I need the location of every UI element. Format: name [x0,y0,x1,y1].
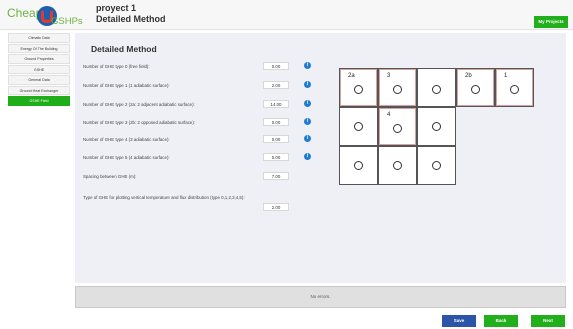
info-icon[interactable]: i [304,118,311,125]
ghe-type-4-input[interactable] [263,135,289,143]
grid-cell [417,68,456,107]
ghe-circle [393,161,402,170]
info-icon[interactable]: i [304,153,311,160]
ghe-type-2-input[interactable] [263,100,289,108]
ghe-type-2-label: Number of GHE type 2 (2a: 2 adjacent adi… [83,102,195,107]
project-name: proyect 1 [96,3,137,13]
ghe-type-1-input[interactable] [263,81,289,89]
info-icon[interactable]: i [304,62,311,69]
logo-text-gshps: GSHPs [51,16,83,27]
sidebar-item-general-data[interactable]: General Data [8,75,70,85]
ghe-circle [393,124,402,133]
grid-cell: 3 [378,68,417,107]
ghe-circle [432,85,441,94]
ghe-type-5-input[interactable] [263,153,289,161]
grid-cell [339,107,378,146]
ghe-circle [354,161,363,170]
sidebar-item-ground-properties[interactable]: Ground Properties [8,54,70,64]
info-icon[interactable]: i [304,81,311,88]
app-header: Cheap GSHPs proyect 1 Detailed Method My… [0,0,573,30]
cell-label: 4 [387,112,391,118]
cell-label: 2b [465,73,472,79]
grid-cell [417,107,456,146]
info-icon[interactable]: i [304,100,311,107]
ghe-circle [393,85,402,94]
sidebar-item-climatic-data[interactable]: Climatic Data [8,33,70,43]
grid-cell [417,146,456,185]
info-icon[interactable]: i [304,135,311,142]
status-message: No errors. [75,286,566,308]
ghe-circle [471,85,480,94]
cell-label: 2a [348,73,355,79]
my-projects-button[interactable]: My Projects [534,16,568,28]
ghe-type-4-label: Number of GHE type 4 (3 adiabatic surfac… [83,137,170,142]
page-titles: proyect 1 Detailed Method [96,3,166,25]
app-logo: Cheap GSHPs [6,3,86,29]
grid-cell: 2a [339,68,378,107]
plot-type-input[interactable] [263,203,289,211]
sidebar-item-gshe[interactable]: GSHE [8,64,70,74]
next-button[interactable]: Next [531,315,565,327]
ghe-circle [510,85,519,94]
grid-cell: 4 [378,107,417,146]
grid-cell [378,146,417,185]
ghe-circle [354,122,363,131]
sidebar-item-energy-of-the-building[interactable]: Energy Of The Building [8,43,70,53]
cell-label: 3 [387,73,391,79]
main-panel: Detailed Method Number of GHE type 0 (fr… [75,33,566,283]
grid-cell: 1 [495,68,534,107]
sidebar-item-gshe-field[interactable]: GSHE Field [8,96,70,106]
cell-label: 1 [504,73,508,79]
ghe-type-3-input[interactable] [263,118,289,126]
section-title: Detailed Method [91,44,157,54]
ghe-type-0-label: Number of GHE type 0 (free field): [83,64,150,69]
ghe-circle [432,122,441,131]
spacing-label: Spacing between GHE (m): [83,174,137,179]
grid-cell: 2b [456,68,495,107]
sidebar-item-ground-heat-exchanger[interactable]: Ground Heat Exchanger [8,85,70,95]
page-title: Detailed Method [96,14,166,24]
ghe-type-1-label: Number of GHE type 1 (1 adiabatic surfac… [83,83,170,88]
save-button[interactable]: Save [442,315,476,327]
spacing-input[interactable] [263,172,289,180]
grid-cell [339,146,378,185]
ghe-type-0-input[interactable] [263,62,289,70]
sidebar-nav: Climatic Data Energy Of The Building Gro… [8,33,70,107]
ghe-type-3-label: Number of GHE type 3 (2b: 2 opposed adia… [83,120,196,125]
ghe-type-5-label: Number of GHE type 5 (4 adiabatic surfac… [83,155,170,160]
plot-type-label: Type of GHE for plotting vertical temper… [83,195,245,200]
ghe-circle [432,161,441,170]
ghe-circle [354,85,363,94]
back-button[interactable]: Back [484,315,518,327]
